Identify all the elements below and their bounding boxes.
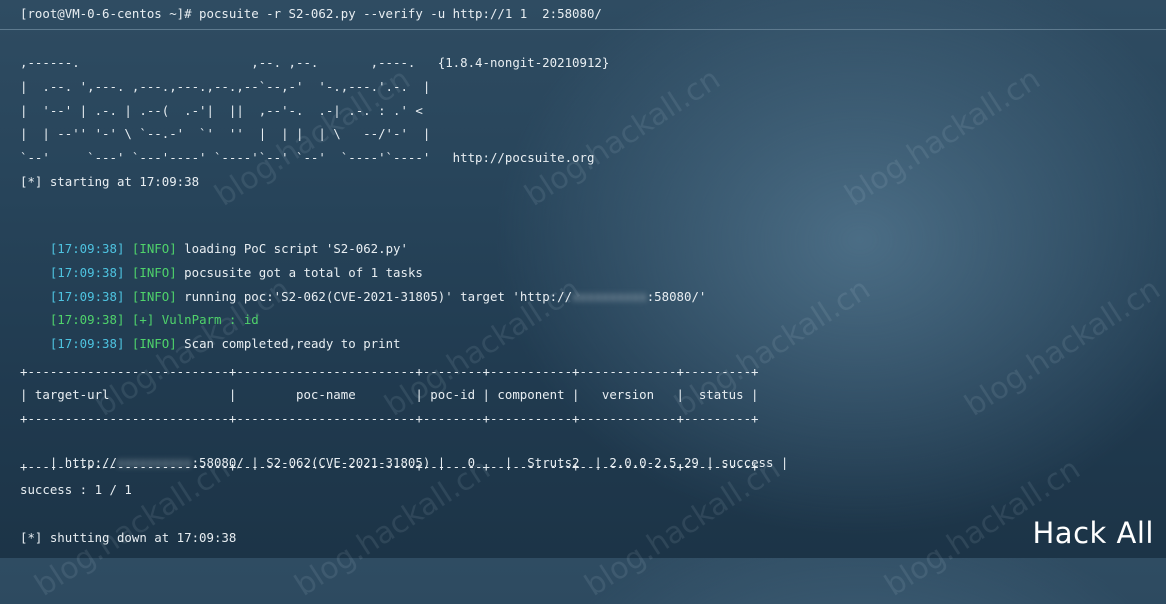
command-line: [root@VM-0-6-centos ~]# pocsuite -r S2-0… [20,6,602,21]
banner-line: | | --'' '-' \ `--.-' `' '' | | | | \ --… [20,126,431,141]
log-line: [17:09:38] [INFO] loading PoC script 'S2… [20,219,408,256]
log-line: [17:09:38] [+] VulnParm : id [20,290,259,327]
shutdown-line: [*] shutting down at 17:09:38 [20,530,237,545]
log-line: [17:09:38] [INFO] Scan completed,ready t… [20,314,401,351]
log-line: [17:09:38] [INFO] running poc:'S2-062(CV… [20,267,707,304]
banner-line: ,------. ,--. ,--. ,----. {1.8.4-nongit-… [20,55,610,70]
log-level: [INFO] [131,336,177,351]
table-row: | http://xxxxxxxxxx:58080/ | S2-062(CVE-… [20,433,789,470]
table-border: +---------------------------+-----------… [20,364,759,379]
banner-line: `--' `---' `---'----' `----'`--' `--' `-… [20,150,595,165]
log-timestamp: [17:09:38] [49,336,125,351]
log-line: [17:09:38] [INFO] pocsusite got a total … [20,243,423,280]
result-line: success : 1 / 1 [20,482,132,497]
table-border: +---------------------------+-----------… [20,411,759,426]
terminal-output[interactable]: [root@VM-0-6-centos ~]# pocsuite -r S2-0… [20,2,1150,556]
table-border: +---------------------------+-----------… [20,459,759,474]
log-message: Scan completed,ready to print [184,336,401,351]
redacted-host: xxxxxxxxxx [572,289,647,304]
brand-logo-text: Hack All [1032,516,1154,550]
banner-line: | .--. ',---. ,---.,---.,--.,--`--,-' '-… [20,79,431,94]
log-message: :58080/' [646,289,707,304]
starting-line: [*] starting at 17:09:38 [20,174,200,189]
table-header: | target-url | poc-name | poc-id | compo… [20,387,759,402]
banner-line: | '--' | .-. | .--( .-'| || ,--'-. .-| .… [20,103,423,118]
